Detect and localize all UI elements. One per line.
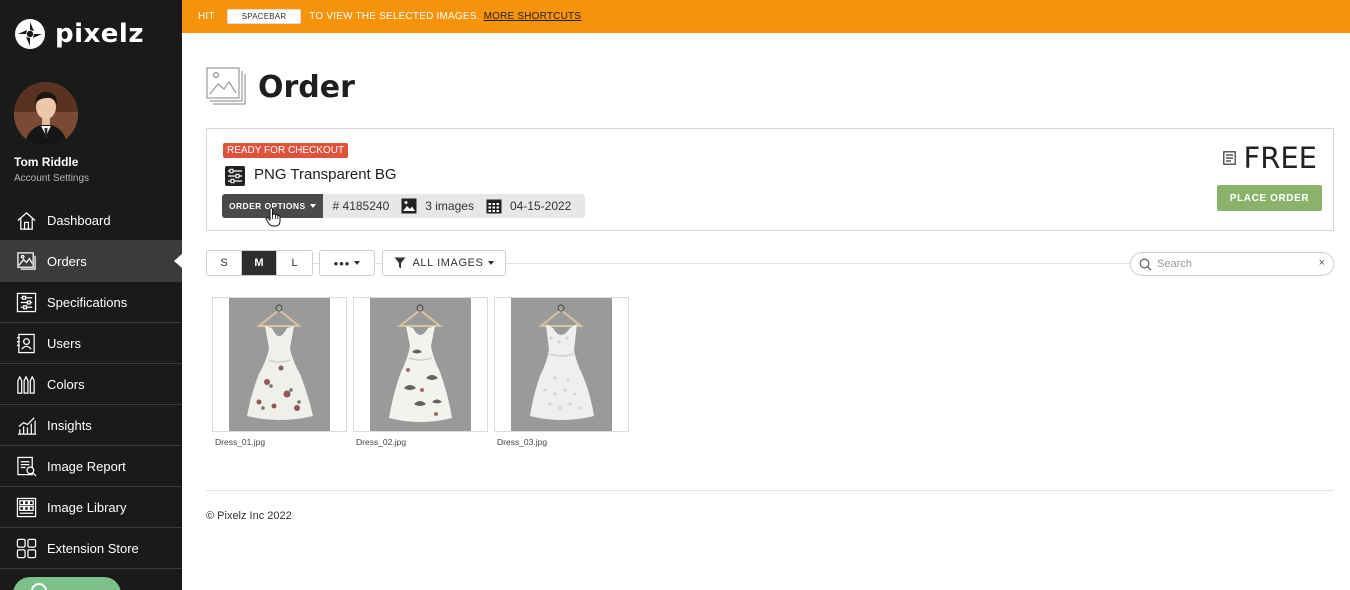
brand-logo[interactable]: pixelz [14, 18, 144, 50]
caret-down-icon [354, 261, 361, 265]
banner-prefix: HIT [198, 11, 215, 22]
report-icon [17, 456, 37, 476]
sidebar-item-label: Insights [47, 417, 92, 433]
filter-label: ALL IMAGES [412, 257, 484, 269]
sidebar-item-label: Users [47, 335, 81, 351]
image-thumbnail[interactable] [353, 297, 488, 432]
sidebar-item-label: Specifications [47, 294, 128, 310]
library-icon [16, 497, 37, 517]
order-date: 04-15-2022 [509, 199, 572, 213]
specification-name[interactable]: PNG Transparent BG [254, 166, 397, 183]
sidebar-item-orders[interactable]: Orders [0, 241, 182, 282]
dress-lace-image [511, 298, 612, 431]
sidebar-item-users[interactable]: Users [0, 323, 182, 364]
size-large-button[interactable]: L [277, 251, 312, 275]
order-images-icon [206, 67, 246, 105]
image-grid: Dress_01.jpg Dress_02.jpg Dress_03.jpg [212, 297, 635, 447]
image-thumbnail[interactable] [494, 297, 629, 432]
calendar-icon [486, 199, 502, 214]
dress-floral-image [229, 298, 330, 431]
caret-down-icon [309, 204, 316, 208]
chart-icon [17, 416, 37, 435]
status-badge: READY FOR CHECKOUT [223, 143, 349, 158]
sidebar: pixelz Tom Riddle Account Settings Dashb… [0, 0, 182, 590]
user-name: Tom Riddle [14, 155, 79, 169]
sidebar-item-label: Dashboard [47, 212, 111, 228]
clear-search-icon[interactable]: × [1319, 257, 1325, 269]
more-shortcuts-link[interactable]: MORE SHORTCUTS [484, 11, 582, 22]
images-icon [401, 198, 417, 214]
sidebar-item-dashboard[interactable]: Dashboard [0, 200, 182, 241]
sidebar-item-specifications[interactable]: Specifications [0, 282, 182, 323]
search-box: × [1130, 252, 1334, 276]
image-tile[interactable]: Dress_03.jpg [494, 297, 629, 447]
sidebar-item-extension-store[interactable]: Extension Store [0, 528, 182, 569]
sidebar-item-label: Image Report [47, 458, 126, 474]
sidebar-item-colors[interactable]: Colors [0, 364, 182, 405]
image-filename: Dress_02.jpg [356, 437, 407, 447]
sidebar-item-insights[interactable]: Insights [0, 405, 182, 446]
thumbnail-size-toggle: S M L [206, 250, 313, 276]
sidebar-nav: Dashboard Orders Specifications Users Co… [0, 200, 182, 569]
sidebar-item-label: Colors [47, 376, 85, 392]
sidebar-item-image-library[interactable]: Image Library [0, 487, 182, 528]
sidebar-item-label: Extension Store [47, 540, 139, 556]
sliders-icon [16, 292, 37, 312]
more-dots-icon: ••• [333, 255, 351, 271]
users-icon [16, 333, 35, 353]
spacebar-key: SPACEBAR [226, 9, 302, 24]
image-filename: Dress_03.jpg [497, 437, 548, 447]
avatar[interactable] [14, 82, 78, 146]
specification-icon [225, 166, 245, 186]
image-filter-dropdown[interactable]: ALL IMAGES [382, 250, 506, 276]
pixelz-logo-icon [15, 19, 45, 49]
brand-name: pixelz [55, 19, 144, 49]
help-button[interactable] [13, 577, 121, 590]
order-summary-card: READY FOR CHECKOUT PNG Transparent BG OR… [206, 128, 1334, 231]
shortcut-banner: HIT SPACEBAR TO VIEW THE SELECTED IMAGES… [182, 0, 1350, 33]
copyright-text: © Pixelz Inc 2022 [206, 510, 292, 522]
invoice-icon [1223, 151, 1236, 165]
caret-down-icon [487, 261, 494, 265]
home-icon [17, 211, 36, 230]
dress-print-image [370, 298, 471, 431]
sidebar-item-image-report[interactable]: Image Report [0, 446, 182, 487]
search-input[interactable] [1157, 258, 1317, 270]
avatar-portrait-icon [14, 82, 78, 146]
sidebar-item-label: Orders [47, 253, 87, 269]
banner-message: TO VIEW THE SELECTED IMAGES. [309, 11, 480, 22]
sidebar-item-label: Image Library [47, 499, 127, 515]
colors-icon [17, 374, 35, 394]
image-thumbnail[interactable] [212, 297, 347, 432]
store-icon [16, 538, 37, 558]
orders-icon [17, 251, 36, 270]
size-small-button[interactable]: S [207, 251, 242, 275]
order-price: FREE [1243, 141, 1317, 175]
image-filename: Dress_01.jpg [215, 437, 266, 447]
account-settings-link[interactable]: Account Settings [14, 173, 89, 184]
hand-cursor-icon [265, 207, 281, 227]
help-icon [31, 583, 47, 590]
image-tile[interactable]: Dress_02.jpg [353, 297, 488, 447]
place-order-button[interactable]: PLACE ORDER [1217, 185, 1322, 211]
footer-divider [206, 490, 1334, 491]
more-actions-dropdown[interactable]: ••• [319, 250, 375, 276]
page-title: Order [258, 70, 355, 105]
order-number: # 4185240 [332, 199, 390, 213]
image-count: 3 images [425, 199, 474, 213]
size-medium-button[interactable]: M [242, 251, 277, 275]
filter-icon [394, 257, 406, 269]
search-icon [1139, 258, 1152, 270]
image-tile[interactable]: Dress_01.jpg [212, 297, 347, 447]
